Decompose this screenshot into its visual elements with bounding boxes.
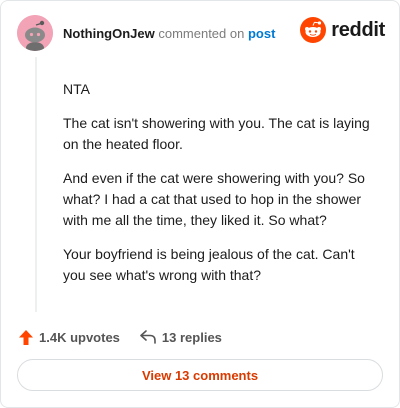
upvote-count: 1.4K upvotes (39, 329, 120, 345)
comment-paragraph: And even if the cat were showering with … (63, 170, 365, 228)
reply-button[interactable]: 13 replies (140, 330, 222, 345)
thread-line[interactable] (35, 57, 37, 312)
view-comments-button[interactable]: View 13 comments (17, 359, 383, 391)
comment-card: NothingOnJew commented on post reddit NT… (0, 0, 400, 408)
reply-arrow-icon (140, 330, 156, 344)
upvote-arrow-icon (19, 329, 33, 345)
username-link[interactable]: NothingOnJew (63, 26, 155, 41)
comment-paragraph: The cat isn't showering with you. The ca… (63, 115, 370, 152)
upvote-button[interactable]: 1.4K upvotes (19, 329, 120, 345)
post-link[interactable]: post (248, 26, 275, 41)
snoo-avatar-icon (17, 15, 53, 51)
comment-actions: 1.4K upvotes 13 replies (19, 327, 222, 347)
reddit-wordmark: reddit (331, 18, 385, 41)
comment-header: NothingOnJew commented on post reddit (17, 15, 385, 55)
avatar[interactable] (17, 15, 53, 51)
comment-paragraph: NTA (63, 81, 90, 97)
comment-meta: NothingOnJew commented on post (63, 26, 275, 41)
comment-paragraph: Your boyfriend is being jealous of the c… (63, 246, 355, 283)
commented-on-text: commented on (158, 26, 245, 41)
reddit-brand[interactable]: reddit (300, 17, 385, 43)
reddit-logo-icon (300, 17, 327, 43)
reply-count: 13 replies (161, 329, 222, 345)
comment-body: NTA The cat isn't showering with you. Th… (63, 79, 381, 299)
